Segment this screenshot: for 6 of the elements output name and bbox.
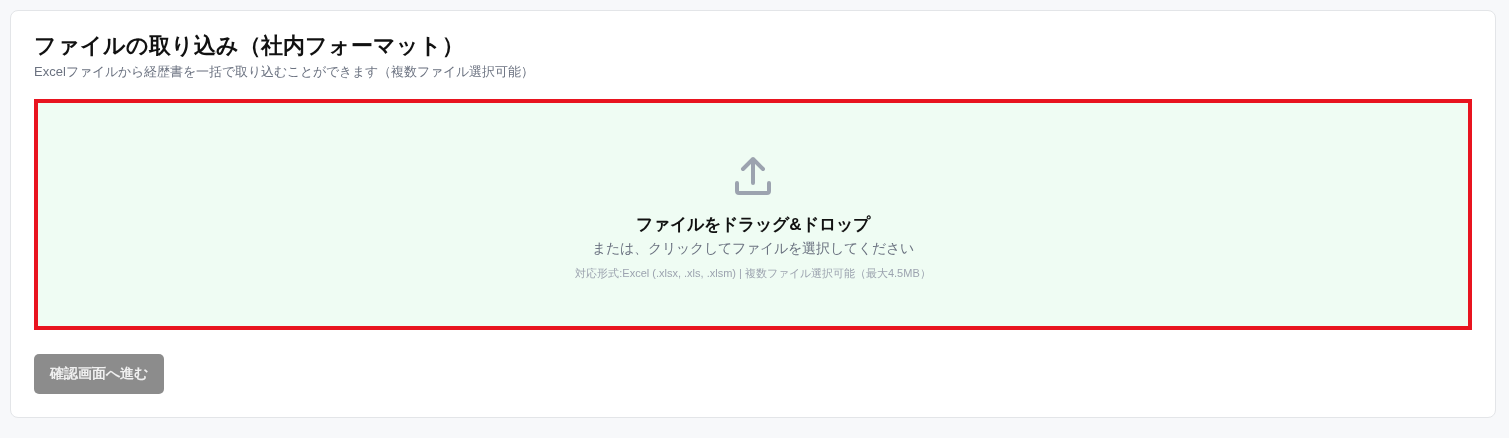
drop-heading: ファイルをドラッグ&ドロップ (636, 213, 870, 236)
format-note: 対応形式:Excel (.xlsx, .xls, .xlsm) | 複数ファイル選択可能（最大4.5MB） (575, 265, 931, 281)
drop-zone[interactable]: ファイルをドラッグ&ドロップ または、クリックしてファイルを選択してください 対応形式:Excel (.xlsx, .xls, .xlsm) | 複数ファイル選択可能（最大4.5MB） (34, 99, 1472, 330)
page-title: ファイルの取り込み（社内フォーマット） (34, 32, 465, 60)
page-subtitle: Excelファイルから経歴書を一括で取り込むことができます（複数ファイル選択可能） (34, 63, 535, 81)
drop-instruction: または、クリックしてファイルを選択してください (592, 239, 914, 258)
